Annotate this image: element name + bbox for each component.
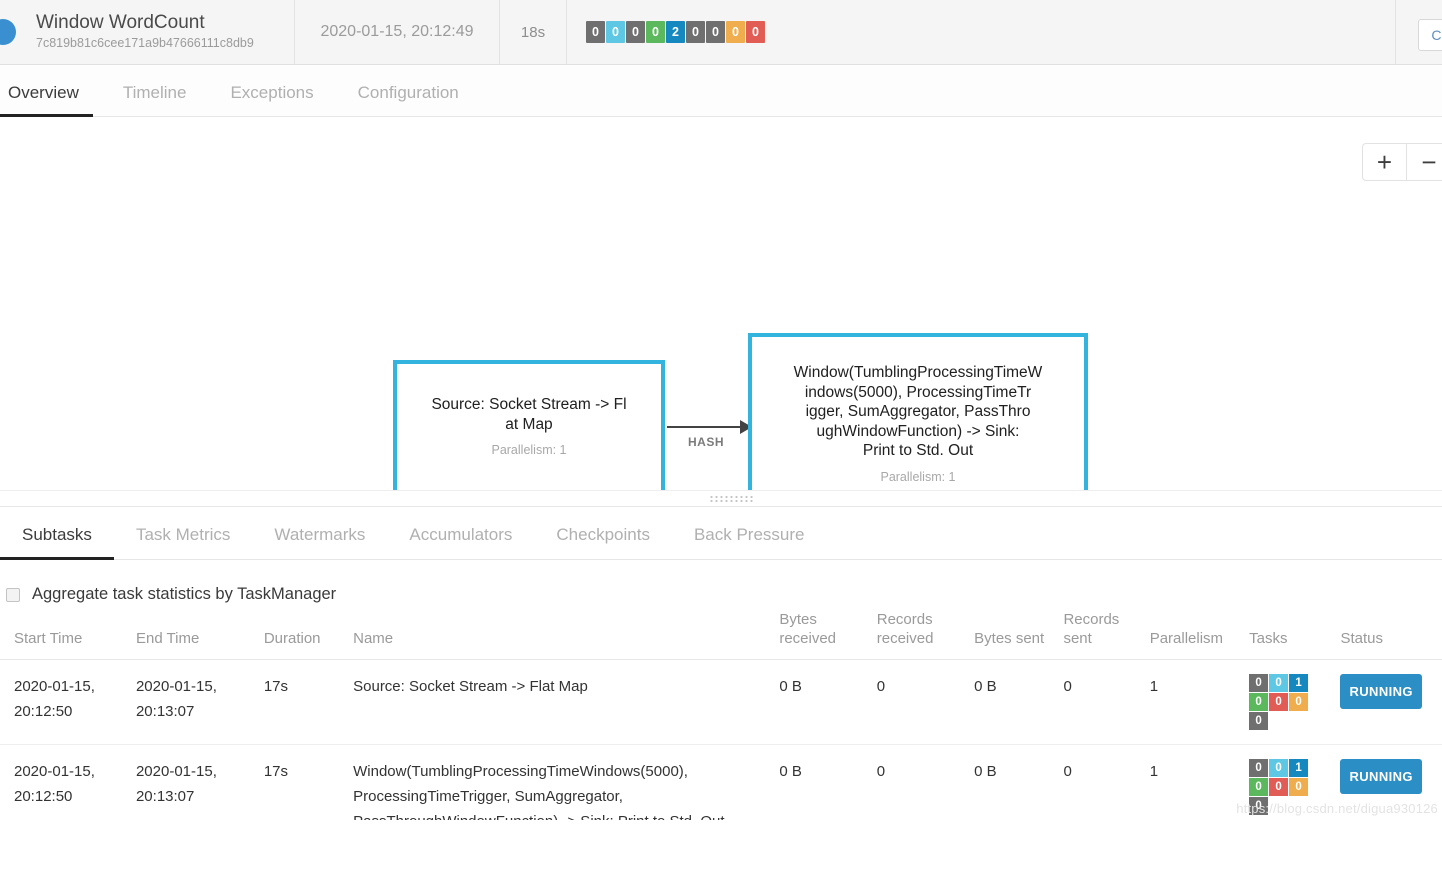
cell-name: Source: Socket Stream -> Flat Map (353, 659, 780, 745)
task-badge: 0 (1269, 693, 1289, 711)
table-row[interactable]: 2020-01-15, 20:12:50 2020-01-15, 20:13:07… (0, 744, 1442, 820)
cell-end-time: 2020-01-15, 20:13:07 (135, 744, 264, 820)
graph-edge-line (667, 426, 750, 428)
job-title: Window WordCount (36, 12, 205, 33)
cancel-job-button[interactable]: Cancel (1418, 19, 1442, 51)
cell-start-time: 2020-01-15, 20:12:50 (0, 659, 136, 745)
column-header-bytes-sent[interactable]: Bytes sent (974, 610, 1064, 660)
task-state-badge-created: 0 (586, 21, 605, 43)
graph-node-title: Window(TumblingProcessingTimeW indows(50… (793, 364, 1043, 459)
job-graph-canvas[interactable]: + − Source: Socket Stream -> Fl at Map P… (0, 117, 1442, 491)
subtask-table: Start Time End Time Duration Name Bytes rece… (0, 610, 1442, 820)
column-header-records-sent[interactable]: Records sent (1063, 610, 1150, 660)
cell-duration: 17s (263, 659, 354, 745)
job-start-time: 2020-01-15, 20:12:49 (320, 23, 474, 40)
cell-start-time: 2020-01-15, 20:12:50 (0, 744, 136, 820)
task-badge-group: 0010000 (1249, 674, 1311, 730)
cell-bytes-sent: 0 B (974, 744, 1064, 820)
column-header-status[interactable]: Status (1340, 610, 1442, 660)
task-badge: 0 (1289, 778, 1309, 796)
graph-node-title: Source: Socket Stream -> Fl at Map (431, 396, 627, 433)
graph-edge-label: HASH (688, 435, 725, 449)
tab-overview[interactable]: Overview (0, 83, 101, 117)
task-state-badge-strip: 000020000 (586, 21, 765, 43)
cell-records-sent: 0 (1063, 744, 1150, 820)
tab-configuration[interactable]: Configuration (336, 83, 481, 116)
tab-subtasks[interactable]: Subtasks (0, 525, 114, 560)
task-badge: 0 (1289, 693, 1309, 711)
task-state-badge-deploying: 0 (626, 21, 645, 43)
column-header-bytes-received[interactable]: Bytes received (779, 610, 877, 660)
page-watermark: https://blog.csdn.net/digua930126 (1236, 801, 1438, 816)
splitter-grip-handle[interactable] (709, 495, 755, 502)
table-body: 2020-01-15, 20:12:50 2020-01-15, 20:13:07… (0, 659, 1442, 820)
zoom-controls: + − (1362, 143, 1442, 181)
job-actions-cell: Cancel (1396, 0, 1442, 64)
graph-node-parallelism: Parallelism: 1 (491, 443, 567, 457)
main-tab-bar: Overview Timeline Exceptions Configuration (0, 65, 1442, 117)
table-row[interactable]: 2020-01-15, 20:12:50 2020-01-15, 20:13:07… (0, 659, 1442, 745)
cell-bytes-received: 0 B (779, 744, 877, 820)
table-header-row: Start Time End Time Duration Name Bytes rece… (0, 610, 1442, 660)
zoom-out-button[interactable]: − (1407, 143, 1442, 181)
status-badge: RUNNING (1340, 759, 1422, 794)
job-duration: 18s (520, 23, 546, 41)
column-header-tasks[interactable]: Tasks (1249, 610, 1341, 660)
cell-records-sent: 0 (1063, 659, 1150, 745)
column-header-records-received[interactable]: Records received (876, 610, 975, 660)
job-title-cell: Window WordCount 7c819b81c6cee171a9b4766… (0, 0, 295, 64)
cell-bytes-sent: 0 B (974, 659, 1064, 745)
tab-accumulators[interactable]: Accumulators (387, 525, 534, 559)
task-state-badge-failed: 0 (726, 21, 745, 43)
column-header-parallelism[interactable]: Parallelism (1149, 610, 1250, 660)
column-header-duration[interactable]: Duration (263, 610, 354, 660)
task-badge: 0 (1269, 778, 1289, 796)
cell-records-received: 0 (876, 659, 975, 745)
subtask-table-wrapper: Start Time End Time Duration Name Bytes rece… (0, 610, 1442, 820)
cell-records-received: 0 (876, 744, 975, 820)
task-state-badge-reconciling: 0 (746, 21, 765, 43)
job-start-time-cell: 2020-01-15, 20:12:49 (295, 0, 500, 64)
zoom-in-button[interactable]: + (1362, 143, 1407, 181)
column-header-start-time[interactable]: Start Time (0, 610, 136, 660)
tab-task-metrics[interactable]: Task Metrics (114, 525, 252, 559)
task-state-badge-canceling: 0 (686, 21, 705, 43)
cell-end-time: 2020-01-15, 20:13:07 (135, 659, 264, 745)
cell-parallelism: 1 (1149, 659, 1250, 745)
job-duration-cell: 18s (500, 0, 567, 64)
task-state-badge-scheduled: 0 (606, 21, 625, 43)
tab-timeline[interactable]: Timeline (101, 83, 209, 116)
cell-duration: 17s (263, 744, 354, 820)
cell-status: RUNNING (1340, 659, 1442, 745)
tab-exceptions[interactable]: Exceptions (208, 83, 335, 116)
graph-node-source[interactable]: Source: Socket Stream -> Fl at Map Paral… (393, 360, 665, 490)
task-state-badge-canceled: 0 (706, 21, 725, 43)
tab-back-pressure[interactable]: Back Pressure (672, 525, 827, 559)
task-state-badges-cell: 000020000 (567, 0, 1396, 64)
detail-tab-bar: Subtasks Task Metrics Watermarks Accumulato… (0, 507, 1442, 560)
panel-splitter[interactable] (0, 491, 1442, 507)
column-header-end-time[interactable]: End Time (135, 610, 264, 660)
task-state-badge-finished: 2 (666, 21, 685, 43)
tab-checkpoints[interactable]: Checkpoints (534, 525, 672, 559)
cell-tasks: 0010000 (1249, 659, 1341, 745)
aggregate-label: Aggregate task statistics by TaskManager (32, 585, 337, 603)
graph-node-parallelism: Parallelism: 1 (880, 469, 956, 484)
aggregate-checkbox[interactable] (6, 587, 20, 602)
job-id: 7c819b81c6cee171a9b47666111c8db9 (36, 36, 254, 50)
job-status-dot-icon (0, 19, 16, 45)
cell-name: Window(TumblingProcessingTimeWindows(500… (353, 744, 780, 820)
job-header-bar: Window WordCount 7c819b81c6cee171a9b4766… (0, 0, 1442, 65)
status-badge: RUNNING (1340, 674, 1422, 709)
cell-parallelism: 1 (1149, 744, 1250, 820)
tab-watermarks[interactable]: Watermarks (252, 525, 387, 559)
column-header-name[interactable]: Name (353, 610, 780, 660)
task-badge: 0 (1249, 712, 1269, 730)
task-state-badge-running: 0 (646, 21, 665, 43)
aggregate-toggle-row: Aggregate task statistics by TaskManager (0, 560, 1442, 610)
graph-node-window[interactable]: Window(TumblingProcessingTimeW indows(50… (748, 333, 1088, 490)
cell-bytes-received: 0 B (779, 659, 877, 745)
